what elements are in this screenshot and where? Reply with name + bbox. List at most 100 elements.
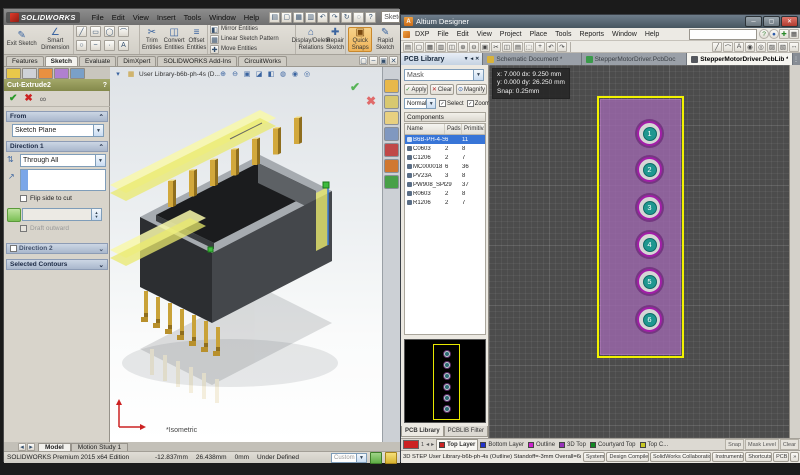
smart-dimension-button[interactable]: ∠ Smart Dimension	[40, 28, 72, 51]
chevron-down-icon[interactable]: ▼	[93, 125, 103, 136]
quick-snaps-button[interactable]: ▣ Quick Snaps	[348, 27, 372, 52]
move-entities-button[interactable]: ✚ Move Entities	[210, 45, 279, 54]
undo-icon[interactable]: ↶	[546, 42, 556, 52]
component-row[interactable]: B6B-PH-4-S611	[405, 135, 485, 144]
rapid-sketch-button[interactable]: ✎ Rapid Sketch	[374, 28, 396, 51]
pad[interactable]: 1	[637, 121, 662, 146]
dimxpert-manager-tab-icon[interactable]	[54, 68, 69, 79]
design-library-icon[interactable]	[384, 95, 399, 109]
component-row[interactable]: R120627	[405, 198, 485, 207]
file-explorer-icon[interactable]	[384, 111, 399, 125]
ellipse-tool-icon[interactable]: ○	[76, 40, 87, 51]
altium-menu-item[interactable]: File	[433, 30, 452, 39]
status-panel-button[interactable]: SolidWorks Collaboration	[650, 452, 711, 462]
component-row[interactable]: MC000018636	[405, 162, 485, 171]
zoom-area-icon[interactable]: ▣	[480, 42, 490, 52]
layer-tool-button[interactable]: Snap	[725, 439, 744, 450]
pad[interactable]: 2	[637, 157, 662, 182]
sw-tab[interactable]: Sketch	[45, 56, 78, 66]
print-icon[interactable]: ▥	[305, 12, 316, 23]
select-checkbox[interactable]: ✓ Select	[439, 100, 464, 107]
convert-entities-button[interactable]: ◫ Convert Entities	[164, 28, 185, 51]
minimize-icon[interactable]: ─	[745, 16, 762, 27]
circle-tool-icon[interactable]: ◯	[104, 26, 115, 37]
hide-show-items-icon[interactable]: ◉	[290, 69, 300, 79]
from-plane-dropdown[interactable]: Sketch Plane▼	[12, 124, 104, 137]
close-icon[interactable]: ✕	[781, 16, 798, 27]
magnify-button[interactable]: ⊙Magnify	[456, 84, 487, 95]
mirror-entities-button[interactable]: ◧ Mirror Entities	[210, 25, 279, 34]
layer-chip[interactable]: Top Layer	[436, 439, 478, 451]
pm-section-direction1[interactable]: Direction 1⌃	[6, 141, 108, 152]
direction-reference-box[interactable]	[20, 169, 106, 191]
save-icon[interactable]: ▦	[425, 42, 435, 52]
sw-bottom-tab[interactable]: Motion Study 1	[71, 443, 128, 451]
paste-icon[interactable]: ▤	[513, 42, 523, 52]
help-icon[interactable]: ?	[759, 29, 769, 39]
exit-sketch-button[interactable]: ✎ Exit Sketch	[6, 31, 38, 47]
sw-menu-item[interactable]: View	[129, 12, 153, 23]
place-dimension-icon[interactable]: ↔	[789, 42, 799, 52]
component-row[interactable]: PW908_SPLB2937	[405, 180, 485, 189]
connector-3d-model[interactable]	[110, 97, 382, 437]
chevron-down-icon[interactable]: ▼	[95, 155, 105, 166]
sw-tab[interactable]: DimXpert	[117, 56, 156, 66]
unit-system-dropdown[interactable]: Custom▼	[331, 453, 367, 463]
detailed-preview-icon[interactable]: ∞	[40, 94, 46, 104]
apply-button[interactable]: ✓Apply	[404, 84, 428, 95]
component-row[interactable]: C060328	[405, 144, 485, 153]
place-arc-icon[interactable]: ⌒	[723, 42, 733, 52]
reverse-direction-icon[interactable]: ⇅	[7, 155, 14, 164]
place-string-icon[interactable]: A	[734, 42, 744, 52]
sw-menu-item[interactable]: Tools	[180, 12, 206, 23]
layer-tool-button[interactable]: Clear	[780, 439, 799, 450]
cancel-button[interactable]: ✖	[24, 93, 32, 104]
pcb-canvas[interactable]: x: 7.000 dx: 9.250 mm y: 0.000 dy: 26.25…	[489, 65, 789, 438]
pad[interactable]: 3	[637, 195, 662, 220]
rebuild-icon[interactable]: ↻	[341, 12, 352, 23]
tab-scroll-right-icon[interactable]: ▸	[27, 443, 35, 451]
home-icon[interactable]: ●	[769, 29, 779, 39]
cascade-icon[interactable]: ▢	[359, 56, 368, 65]
pad[interactable]: 6	[637, 307, 662, 332]
sw-menu-item[interactable]: Help	[240, 12, 263, 23]
altium-menu-item[interactable]: View	[473, 30, 496, 39]
layer-chip[interactable]: Bottom Layer	[478, 440, 526, 450]
chevron-down-icon[interactable]: ▼	[473, 70, 483, 80]
sw-menu-item[interactable]: Edit	[108, 12, 129, 23]
custom-properties-icon[interactable]	[384, 159, 399, 173]
quick-tip-icon[interactable]	[385, 452, 397, 464]
close-icon[interactable]: ✕	[475, 56, 479, 62]
end-condition-dropdown[interactable]: Through All▼	[20, 154, 106, 167]
section-view-icon[interactable]: ◪	[254, 69, 264, 79]
property-manager-tab-icon[interactable]	[6, 68, 21, 79]
scroll-left-icon[interactable]: ◂	[426, 441, 429, 448]
save-icon[interactable]: ▦	[293, 12, 304, 23]
sw-tab[interactable]: Evaluate	[79, 56, 116, 66]
pin-icon[interactable]: ▾	[113, 69, 123, 79]
scroll-right-icon[interactable]: ▸	[431, 441, 434, 448]
editing-sheet-icon[interactable]	[370, 452, 382, 464]
appearance-icon[interactable]: ◎	[302, 69, 312, 79]
add-icon[interactable]: ✚	[779, 29, 789, 39]
place-pad-icon[interactable]: ◉	[745, 42, 755, 52]
maximize-icon[interactable]: ▢	[763, 16, 780, 27]
status-panel-button[interactable]: PCB	[773, 452, 789, 462]
chevron-down-icon[interactable]: ▼	[426, 99, 435, 108]
print-icon[interactable]: ▥	[436, 42, 446, 52]
column-pads[interactable]: Pads	[445, 124, 462, 134]
pin-icon[interactable]: ◂	[471, 56, 474, 62]
help-icon[interactable]: ?	[103, 82, 107, 89]
zoom-checkbox[interactable]: ✓ Zoom	[467, 100, 490, 107]
altium-doc-tab[interactable]: Schematic Document *	[483, 53, 581, 65]
display-delete-relations-button[interactable]: ⌂ Display/Delete Relations	[298, 28, 324, 51]
zoom-out-icon[interactable]: ⊖	[469, 42, 479, 52]
select-area-icon[interactable]: ⬚	[524, 42, 534, 52]
spinner-icon[interactable]: ▲▼	[91, 209, 101, 220]
view-palette-icon[interactable]	[384, 127, 399, 141]
altium-menu-item[interactable]: Reports	[575, 30, 608, 39]
status-panel-button[interactable]: »	[790, 452, 799, 462]
altium-search-input[interactable]	[689, 29, 757, 40]
status-panel-button[interactable]: Design Compiler	[606, 452, 649, 462]
sw-tab[interactable]: CircuitWorks	[238, 56, 287, 66]
